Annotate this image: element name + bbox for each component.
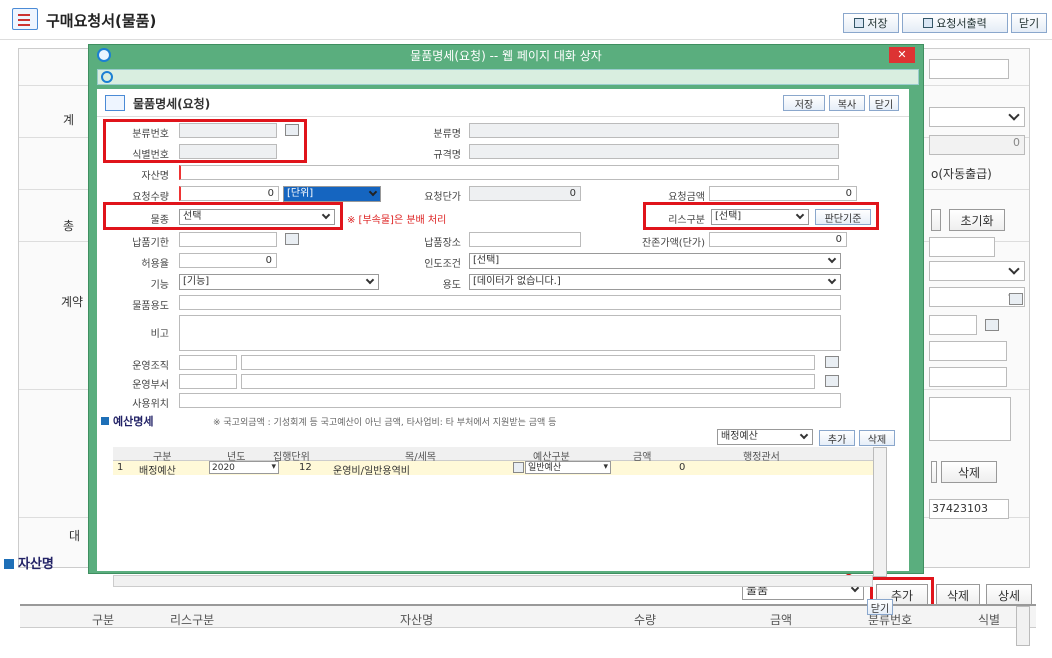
dialog-address-bar bbox=[97, 69, 919, 85]
row-item: 운영비/일반용역비 bbox=[333, 466, 410, 477]
year-select[interactable]: 2020 ▾ bbox=[209, 461, 279, 474]
year-value: 2020 bbox=[212, 463, 235, 473]
label-req-amount: 요청금액 bbox=[668, 192, 705, 203]
item-usage-field[interactable] bbox=[179, 295, 841, 310]
function-value: [기능] bbox=[183, 276, 210, 287]
use-location-field[interactable] bbox=[179, 393, 841, 408]
label-req-qty: 요청수량 bbox=[132, 192, 169, 203]
handover-value: [선택] bbox=[473, 255, 500, 266]
op-dept-code-field[interactable] bbox=[179, 374, 237, 389]
row-amount: 0 bbox=[679, 462, 686, 473]
item-type-note: ※ [부속물]은 분배 처리 bbox=[347, 215, 447, 226]
budget-type-select[interactable]: 배정예산 bbox=[717, 429, 813, 445]
label-spec-name: 규격명 bbox=[433, 150, 461, 161]
row-no: 1 bbox=[117, 462, 124, 473]
label-usage: 용도 bbox=[442, 280, 461, 291]
label-residual: 잔존가액(단가) bbox=[641, 238, 705, 249]
op-org-code-field[interactable] bbox=[179, 355, 237, 370]
dropdown-arrow-icon: ▾ bbox=[271, 462, 276, 472]
residual-field[interactable]: 0 bbox=[709, 232, 847, 247]
budget-grid-hscrollbar[interactable] bbox=[113, 575, 873, 587]
label-function: 기능 bbox=[150, 280, 169, 291]
req-qty-field[interactable]: 0 bbox=[179, 186, 279, 201]
budget-close-button[interactable]: 닫기 bbox=[867, 599, 893, 615]
dropdown-arrow-icon: ▾ bbox=[603, 462, 608, 472]
browser-icon bbox=[97, 48, 111, 62]
label-class-name: 분류명 bbox=[433, 129, 461, 140]
lookup-icon[interactable] bbox=[825, 356, 839, 368]
label-asset-name: 자산명 bbox=[141, 171, 169, 182]
budget-section-title: 예산명세 bbox=[101, 413, 153, 429]
budget-grid-header: 구분 년도 집행단위 목/세목 예산구분 금액 행정관서 bbox=[113, 447, 875, 463]
dialog-close-link[interactable]: 닫기 bbox=[869, 95, 899, 111]
req-amount-field: 0 bbox=[709, 186, 857, 201]
highlight-lease-type bbox=[643, 202, 879, 230]
label-tolerance: 허용율 bbox=[141, 259, 169, 270]
label-op-org: 운영조직 bbox=[132, 361, 169, 372]
label-op-dept: 운영부서 bbox=[132, 380, 169, 391]
budget-note: ※ 국고외금액 : 기성회계 등 국고예산이 아닌 금액, 타사업비: 타 부처… bbox=[213, 418, 557, 428]
label-use-location: 사용위치 bbox=[132, 399, 169, 410]
dialog-close-button[interactable]: ✕ bbox=[889, 47, 915, 63]
delivery-place-field[interactable] bbox=[469, 232, 581, 247]
budget-add-button[interactable]: 추가 bbox=[819, 430, 855, 446]
label-handover: 인도조건 bbox=[424, 259, 461, 270]
unit-select[interactable]: [단위] bbox=[283, 186, 381, 202]
budget-grid-row[interactable]: 1 배정예산 2020 ▾ 12 운영비/일반용역비 일반예산 ▾ 0 bbox=[113, 461, 875, 477]
label-delivery-deadline: 납품기한 bbox=[132, 238, 169, 249]
label-delivery-place: 납품장소 bbox=[424, 238, 461, 249]
document-list-icon bbox=[105, 95, 125, 111]
delivery-deadline-field[interactable] bbox=[179, 232, 277, 247]
budget-kind-select[interactable]: 일반예산 ▾ bbox=[525, 461, 611, 474]
calendar-icon[interactable] bbox=[285, 233, 299, 245]
dialog-window-title: 물품명세(요청) -- 웹 페이지 대화 상자 bbox=[410, 49, 602, 63]
req-unit-price-field: 0 bbox=[469, 186, 581, 201]
usage-value: [데이터가 없습니다.] bbox=[473, 276, 561, 287]
label-item-usage: 물품용도 bbox=[132, 301, 169, 312]
op-dept-name-field[interactable] bbox=[241, 374, 815, 389]
remarks-textarea[interactable] bbox=[179, 315, 841, 351]
dialog-copy-button[interactable]: 복사 bbox=[829, 95, 865, 111]
class-name-field bbox=[469, 123, 839, 138]
dialog-header: 물품명세(요청) 저장 복사 닫기 bbox=[97, 89, 909, 117]
row-unit: 12 bbox=[299, 462, 312, 473]
search-icon[interactable] bbox=[513, 462, 524, 473]
function-select[interactable]: [기능] bbox=[179, 274, 379, 290]
lookup-icon[interactable] bbox=[825, 375, 839, 387]
usage-select[interactable]: [데이터가 없습니다.] bbox=[469, 274, 841, 290]
tolerance-field[interactable]: 0 bbox=[179, 253, 277, 268]
ie-icon bbox=[101, 71, 113, 83]
section-bullet-icon bbox=[101, 417, 109, 425]
item-spec-dialog: 물품명세(요청) -- 웹 페이지 대화 상자 ✕ 물품명세(요청) 저장 복사… bbox=[88, 44, 924, 615]
unit-select-value: [단위] bbox=[287, 188, 314, 199]
op-org-name-field[interactable] bbox=[241, 355, 815, 370]
budget-delete-button[interactable]: 삭제 bbox=[859, 430, 895, 446]
budget-grid-scrollbar[interactable] bbox=[873, 447, 887, 577]
highlight-class-id bbox=[103, 119, 307, 163]
asset-name-field[interactable] bbox=[179, 165, 839, 180]
dialog-body: 물품명세(요청) 저장 복사 닫기 분류번호 분류명 식별번호 규격명 자산명 … bbox=[97, 89, 909, 615]
budget-type-value: 배정예산 bbox=[721, 431, 758, 442]
handover-select[interactable]: [선택] bbox=[469, 253, 841, 269]
row-type: 배정예산 bbox=[139, 466, 176, 477]
label-req-unit-price: 요청단가 bbox=[424, 192, 461, 203]
budget-title-text: 예산명세 bbox=[113, 415, 154, 428]
spec-name-field bbox=[469, 144, 839, 159]
budget-kind-value: 일반예산 bbox=[528, 463, 562, 473]
dialog-save-label: 저장 bbox=[794, 99, 814, 111]
dialog-title: 물품명세(요청) bbox=[133, 97, 211, 111]
label-remarks: 비고 bbox=[150, 329, 169, 340]
highlight-item-type bbox=[103, 202, 343, 230]
dialog-save-button[interactable]: 저장 bbox=[783, 95, 825, 111]
